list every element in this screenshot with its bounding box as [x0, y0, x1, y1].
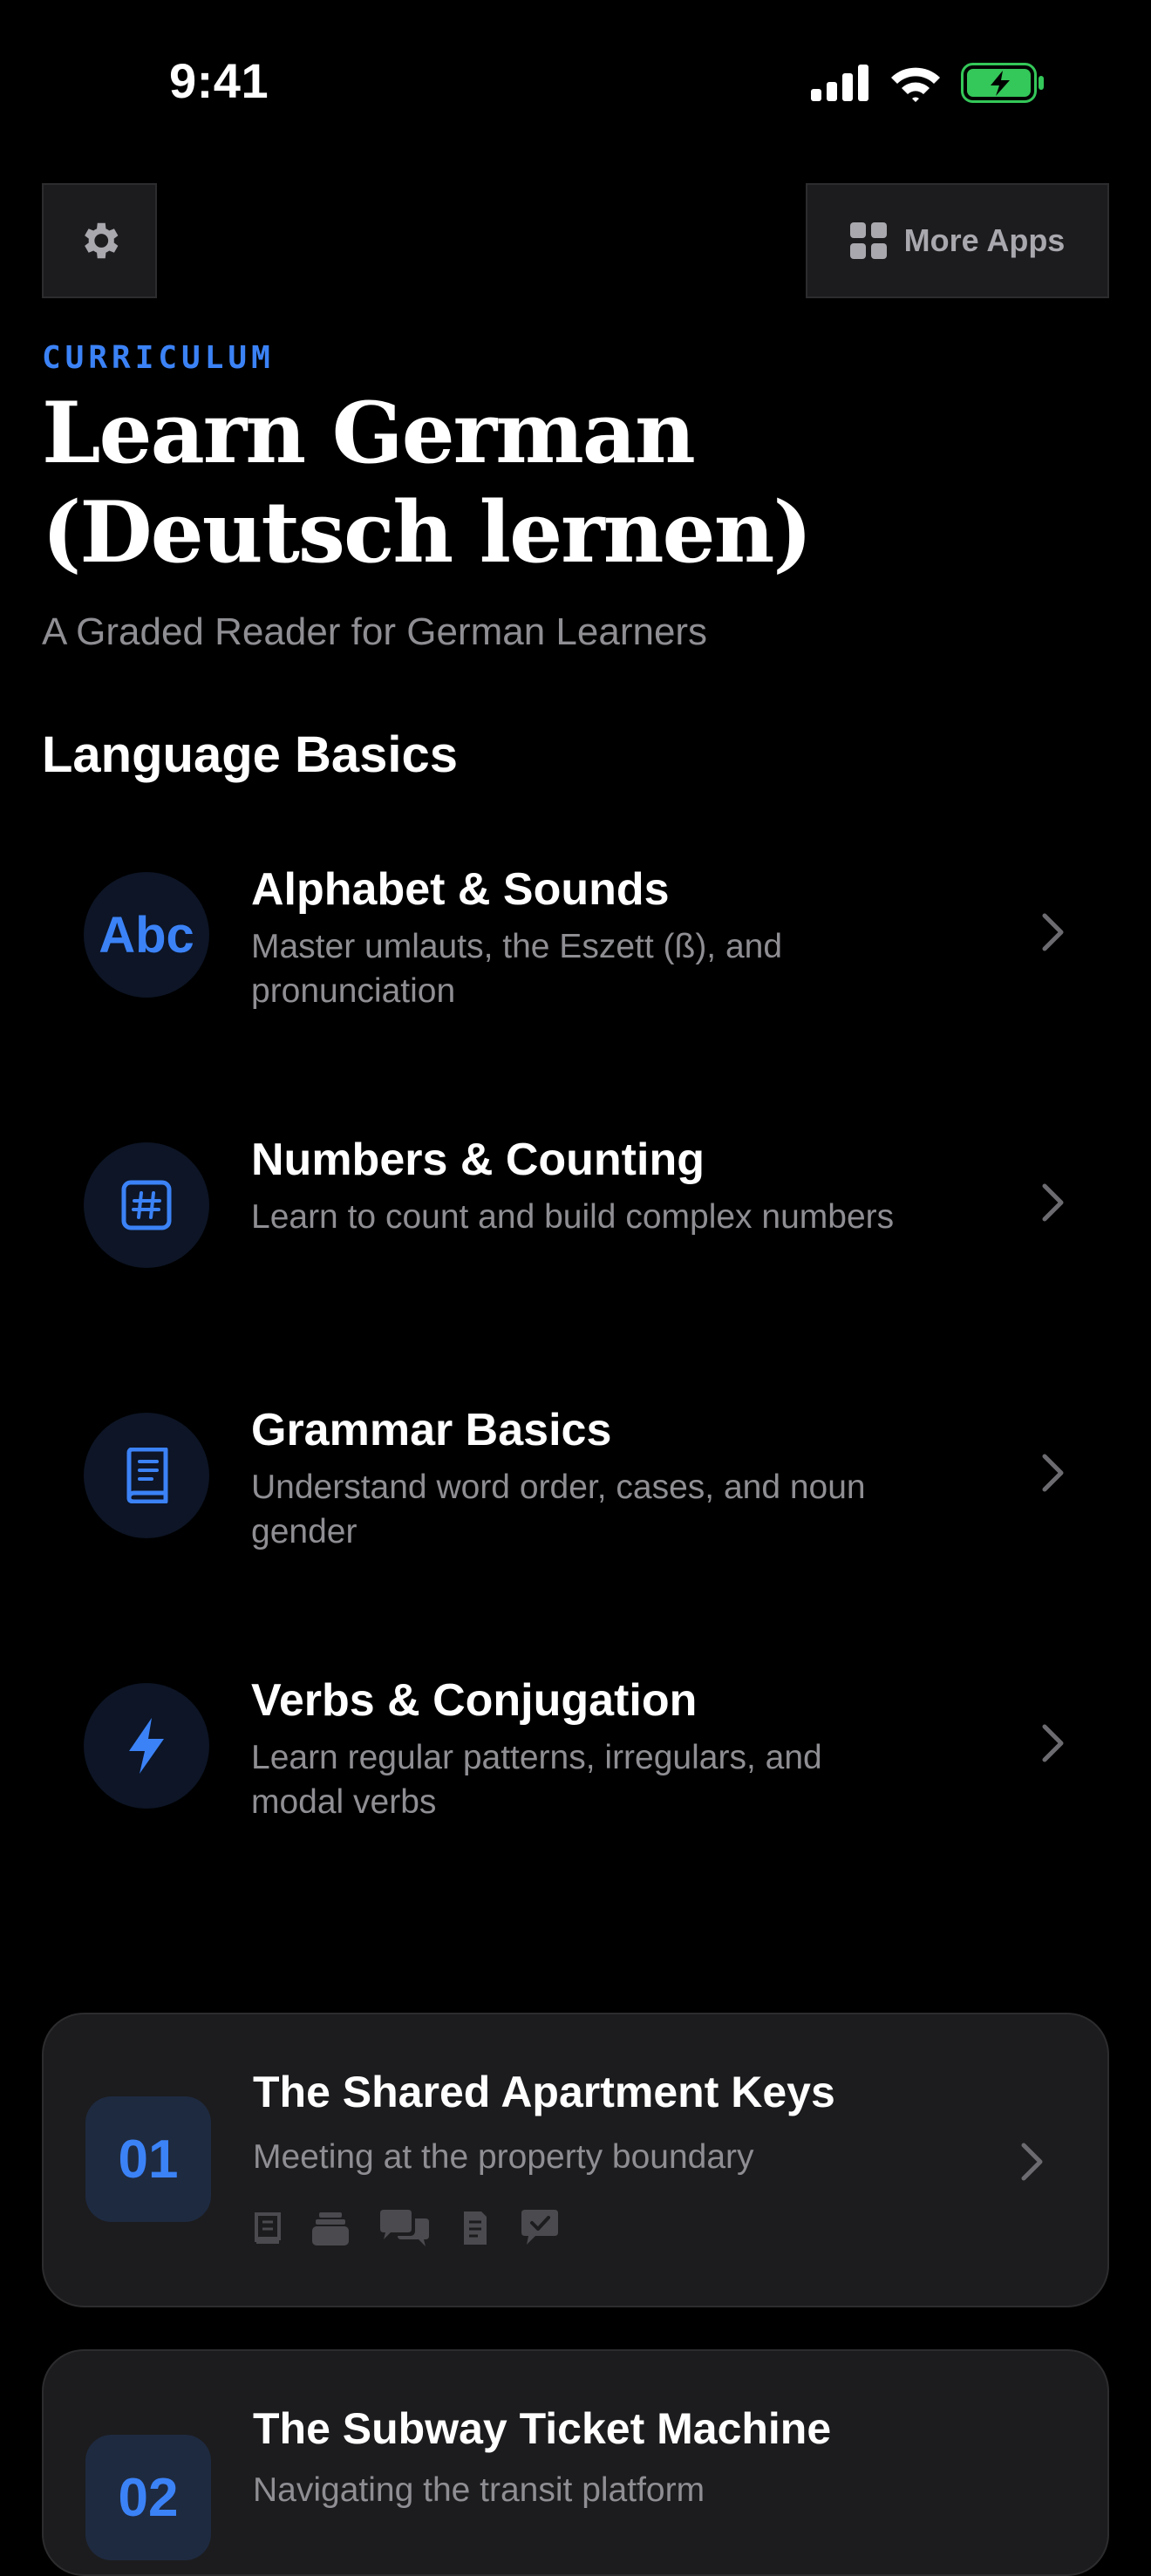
battery-charging-icon — [961, 63, 1044, 103]
lesson-number: 02 — [85, 2435, 211, 2560]
lesson-subtitle: Meeting at the property boundary — [253, 2138, 754, 2176]
lesson-title: The Shared Apartment Keys — [253, 2068, 835, 2116]
bolt-icon — [84, 1683, 209, 1809]
chat-bubbles-icon — [380, 2210, 429, 2246]
chevron-right-icon — [1042, 1183, 1064, 1222]
cellular-signal-icon — [811, 65, 868, 101]
book-icon — [84, 1413, 209, 1538]
topic-description: Learn to count and build complex numbers — [251, 1198, 895, 1236]
page-title: Learn German (Deutsch lernen) — [42, 384, 813, 582]
grid-icon — [849, 222, 887, 259]
topic-title: Numbers & Counting — [251, 1135, 705, 1185]
book-icon — [255, 2212, 281, 2244]
status-icons — [811, 63, 1045, 103]
topic-row-grammar[interactable]: Grammar Basics Understand word order, ca… — [42, 1369, 1109, 1578]
cards-icon — [312, 2212, 349, 2245]
topic-title: Verbs & Conjugation — [251, 1675, 698, 1726]
gear-icon — [85, 222, 119, 259]
lesson-feature-icons — [253, 2210, 560, 2246]
chevron-right-icon — [1042, 913, 1064, 951]
page-subtitle: A Graded Reader for German Learners — [42, 610, 708, 653]
chevron-right-icon — [1042, 1724, 1064, 1762]
topic-title: Grammar Basics — [251, 1405, 612, 1455]
more-apps-button[interactable]: More Apps — [806, 183, 1109, 298]
document-icon — [464, 2211, 487, 2245]
topic-description: Understand word order, cases, and noun g… — [251, 1469, 866, 1550]
lesson-title: The Subway Ticket Machine — [253, 2404, 832, 2453]
lesson-card-02[interactable]: 02 The Subway Ticket Machine Navigating … — [42, 2349, 1109, 2576]
topic-row-alphabet[interactable]: Abc Alphabet & Sounds Master umlauts, th… — [42, 828, 1109, 1038]
abc-icon: Abc — [84, 872, 209, 998]
topic-description: Master umlauts, the Eszett (ß), and pron… — [251, 928, 783, 1010]
section-title: Language Basics — [42, 726, 459, 783]
topic-title: Alphabet & Sounds — [251, 864, 670, 915]
settings-button[interactable] — [42, 183, 157, 298]
lesson-number: 01 — [85, 2096, 211, 2222]
chevron-right-icon — [1021, 2143, 1043, 2181]
topic-description: Learn regular patterns, irregulars, and … — [251, 1739, 822, 1821]
hashtag-icon — [84, 1142, 209, 1268]
topic-row-numbers[interactable]: Numbers & Counting Learn to count and bu… — [42, 1099, 1109, 1308]
quiz-check-icon — [521, 2210, 558, 2245]
eyebrow-label: CURRICULUM — [42, 340, 275, 376]
status-time: 9:41 — [169, 53, 269, 108]
topic-row-verbs[interactable]: Verbs & Conjugation Learn regular patter… — [42, 1639, 1109, 1849]
wifi-icon — [891, 67, 940, 102]
more-apps-label: More Apps — [903, 222, 1066, 258]
lesson-card-01[interactable]: 01 The Shared Apartment Keys Meeting at … — [42, 2013, 1109, 2307]
lesson-subtitle: Navigating the transit platform — [253, 2471, 705, 2509]
chevron-right-icon — [1042, 1454, 1064, 1492]
